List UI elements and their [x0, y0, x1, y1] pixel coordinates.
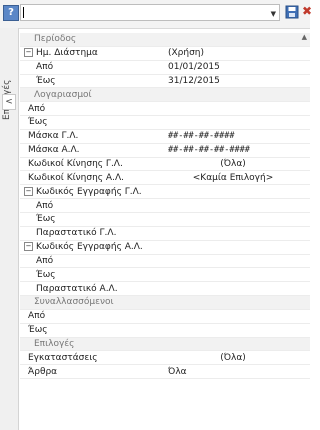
toolbar: ? ▼ ✖ [0, 0, 312, 29]
grid-row-value[interactable]: ##-##-##-#### [156, 131, 310, 141]
grid-row-label-text: Περίοδος [34, 34, 77, 45]
chevron-down-icon[interactable]: ▼ [271, 10, 276, 18]
grid-row-label-text: Παραστατικό Γ.Λ. [36, 228, 117, 239]
save-icon[interactable] [285, 5, 299, 19]
grid-row-value[interactable]: <Καμία Επιλογή> [156, 173, 310, 183]
grid-row-label-text: Συναλλασσόμενοι [34, 297, 114, 308]
options-side-tab[interactable]: Επιλογές < [0, 28, 19, 430]
grid-row-label: Από [20, 62, 156, 72]
grid-row-label-text: Κωδικός Εγγραφής Γ.Λ. [36, 186, 142, 197]
grid-row-label-text: Ημ. Διάστημα [36, 48, 98, 59]
grid-row-label: Κωδικοί Κίνησης Α.Λ. [20, 173, 156, 183]
grid-row-label: Συναλλασσόμενοι [20, 297, 156, 307]
grid-row[interactable]: − Κωδικός Εγγραφής Α.Λ. [20, 241, 310, 255]
grid-row-label: − Κωδικός Εγγραφής Γ.Λ. [20, 186, 156, 197]
grid-row-label: Παραστατικό Α.Λ. [20, 284, 156, 294]
grid-row-label-text: Από [36, 255, 54, 266]
grid-row-label: Εγκαταστάσεις [20, 353, 156, 363]
grid-row[interactable]: Άρθρα Όλα [20, 365, 310, 380]
grid-row-label: Επιλογές [20, 339, 156, 349]
grid-row-label: Από [20, 256, 156, 266]
grid-row[interactable]: − Ημ. Διάστημα (Χρήση) [20, 47, 310, 61]
grid-row-label-text: Μάσκα Γ.Λ. [28, 131, 79, 142]
grid-section-header: Περίοδος [20, 33, 310, 47]
grid-row[interactable]: Εγκαταστάσεις (Όλα) [20, 351, 310, 366]
grid-row-label-text: Έως [28, 325, 48, 336]
grid-row[interactable]: − Κωδικός Εγγραφής Γ.Λ. [20, 185, 310, 200]
grid-row-label-text: Κωδικός Εγγραφής Α.Λ. [36, 242, 143, 253]
grid-row-label-text: Έως [36, 269, 56, 280]
grid-row-label-text: Μάσκα Α.Λ. [28, 145, 80, 156]
grid-section-header: Συναλλασσόμενοι [20, 296, 310, 310]
grid-row[interactable]: Από [20, 310, 310, 324]
grid-row[interactable]: Κωδικοί Κίνησης Α.Λ. <Καμία Επιλογή> [20, 171, 310, 186]
grid-row[interactable]: Παραστατικό Γ.Λ. [20, 227, 310, 241]
grid-section-header: Επιλογές [20, 337, 310, 352]
grid-row-value[interactable]: 31/12/2015 [156, 76, 310, 86]
grid-row[interactable]: Έως [20, 268, 310, 283]
grid-row-label-text: Επιλογές [34, 338, 75, 349]
grid-row-value[interactable]: (Όλα) [156, 159, 310, 169]
grid-row-label-text: Έως [28, 117, 48, 128]
grid-row-label: Έως [20, 214, 156, 224]
grid-row-label-text: Από [28, 311, 46, 322]
grid-row[interactable]: Από [20, 199, 310, 213]
grid-row-label: Μάσκα Α.Λ. [20, 145, 156, 155]
grid-row[interactable]: Μάσκα Α.Λ. ##-##-##-##-#### [20, 144, 310, 158]
grid-row-label-text: Λογαριασμοί [34, 89, 92, 100]
property-grid: Περίοδος − Ημ. Διάστημα (Χρήση) Από 01/01/201… [20, 33, 310, 380]
grid-row-label-text: Από [36, 200, 54, 211]
grid-row-value[interactable]: Όλα [156, 367, 310, 377]
grid-row-label: − Κωδικός Εγγραφής Α.Λ. [20, 242, 156, 252]
grid-row-label: Έως [20, 270, 156, 280]
grid-row[interactable]: Από 01/01/2015 [20, 61, 310, 75]
grid-row-value[interactable]: (Όλα) [156, 353, 310, 363]
grid-row-label: Έως [20, 117, 156, 127]
scroll-up-icon[interactable]: ▲ [302, 33, 307, 41]
grid-row-label: Έως [20, 325, 156, 335]
help-button[interactable]: ? [3, 5, 19, 21]
grid-row-label: Από [20, 104, 156, 114]
grid-row[interactable]: Έως [20, 116, 310, 130]
grid-row-label: Μάσκα Γ.Λ. [20, 131, 156, 141]
grid-row-label: Από [20, 201, 156, 211]
grid-row-label-text: Κωδικοί Κίνησης Α.Λ. [28, 172, 124, 183]
collapse-icon[interactable]: − [24, 48, 33, 58]
grid-row[interactable]: Από [20, 255, 310, 269]
grid-row-label: − Ημ. Διάστημα [20, 48, 156, 58]
grid-row-label: Από [20, 311, 156, 321]
grid-row-label-text: Από [36, 62, 54, 73]
grid-row-value[interactable]: 01/01/2015 [156, 62, 310, 72]
grid-row-label-text: Εγκαταστάσεις [28, 352, 98, 363]
grid-row[interactable]: Από [20, 102, 310, 117]
grid-section-header: Λογαριασμοί [20, 88, 310, 103]
grid-row[interactable]: Παραστατικό Α.Λ. [20, 282, 310, 297]
grid-row-label: Παραστατικό Γ.Λ. [20, 228, 156, 238]
grid-row[interactable]: Έως 31/12/2015 [20, 75, 310, 89]
collapse-icon[interactable]: − [24, 186, 33, 196]
grid-row[interactable]: Μάσκα Γ.Λ. ##-##-##-#### [20, 130, 310, 144]
grid-row-label: Λογαριασμοί [20, 90, 156, 100]
grid-row-label-text: Άρθρα [28, 366, 58, 377]
close-icon[interactable]: ✖ [302, 4, 312, 18]
grid-row-value[interactable]: ##-##-##-##-#### [156, 145, 310, 155]
collapse-icon[interactable]: − [24, 242, 33, 252]
text-caret [23, 7, 24, 18]
filter-combo[interactable]: ▼ [20, 4, 280, 21]
grid-row-value[interactable]: (Χρήση) [156, 48, 310, 58]
grid-row-label: Άρθρα [20, 367, 156, 377]
grid-row-label-text: Έως [36, 214, 56, 225]
grid-row[interactable]: Έως [20, 324, 310, 338]
grid-row-label-text: Κωδικοί Κίνησης Γ.Λ. [28, 159, 123, 170]
grid-row-label-text: Παραστατικό Α.Λ. [36, 283, 118, 294]
grid-row-label-text: Έως [36, 75, 56, 86]
grid-row-label: Κωδικοί Κίνησης Γ.Λ. [20, 159, 156, 169]
collapse-toggle-button[interactable]: < [2, 94, 16, 110]
grid-row-label: Περίοδος [20, 34, 156, 44]
grid-row-label-text: Από [28, 103, 46, 114]
grid-row-label: Έως [20, 76, 156, 86]
grid-row[interactable]: Έως [20, 213, 310, 227]
grid-row[interactable]: Κωδικοί Κίνησης Γ.Λ. (Όλα) [20, 158, 310, 172]
